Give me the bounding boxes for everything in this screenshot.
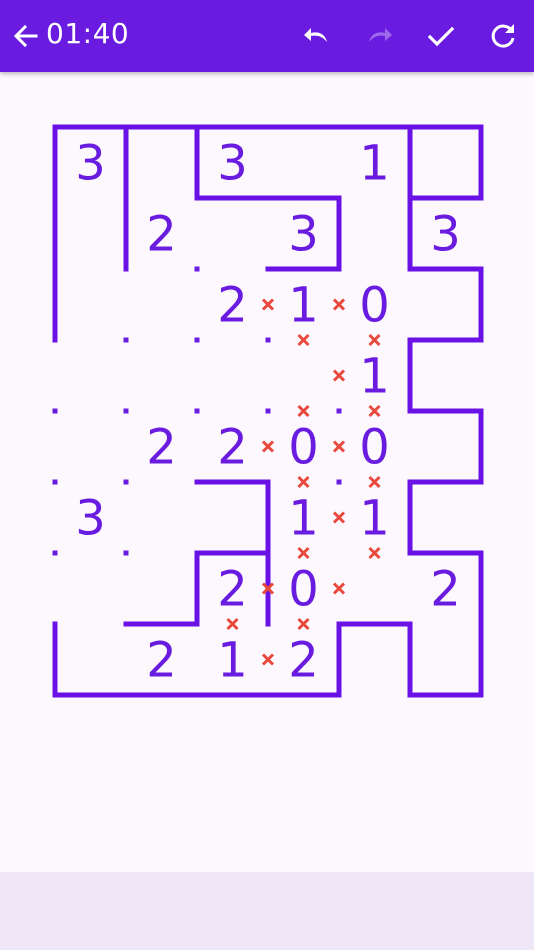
grid-dot <box>194 266 200 272</box>
cell-clue: 2 <box>217 420 248 476</box>
cell-clue: 2 <box>146 633 177 689</box>
cell-clue: 3 <box>430 207 461 263</box>
grid-dot <box>265 337 271 343</box>
cross-mark[interactable] <box>261 440 275 453</box>
grid-dot <box>52 408 58 414</box>
cell-clue: 1 <box>217 633 248 689</box>
puzzle-board[interactable]: 3 3 12 3 32 1 012 2 0 03 1 12 0 22 1 2 <box>0 0 534 950</box>
cross-mark[interactable] <box>297 617 310 631</box>
grid-dot <box>265 408 271 414</box>
cross-mark[interactable] <box>332 369 346 382</box>
cross-mark[interactable] <box>261 298 275 311</box>
cell-clue: 3 <box>75 491 106 547</box>
cross-mark[interactable] <box>297 475 310 489</box>
cell-clue: 2 <box>217 278 248 334</box>
cross-mark[interactable] <box>368 333 381 347</box>
grid-dot <box>336 408 342 414</box>
cross-mark[interactable] <box>368 475 381 489</box>
cross-mark[interactable] <box>368 546 381 560</box>
cell-clue: 3 <box>75 136 106 192</box>
grid-dot <box>194 337 200 343</box>
cross-mark[interactable] <box>332 298 346 311</box>
cell-clue: 2 <box>217 562 248 618</box>
grid-dot <box>123 479 129 485</box>
cell-clue: 1 <box>359 136 390 192</box>
cell-clue: 1 <box>359 349 390 405</box>
cell-clue: 2 <box>146 420 177 476</box>
cross-mark[interactable] <box>297 404 310 418</box>
cell-clue: 3 <box>217 136 248 192</box>
cell-clue: 0 <box>359 420 390 476</box>
cross-mark[interactable] <box>226 617 239 631</box>
grid-dot <box>123 408 129 414</box>
cell-clue: 0 <box>359 278 390 334</box>
cell-clue: 0 <box>288 562 319 618</box>
cross-mark[interactable] <box>332 582 346 595</box>
cell-clue: 1 <box>288 278 319 334</box>
cell-clue: 2 <box>288 633 319 689</box>
cell-clue: 2 <box>146 207 177 263</box>
cross-mark[interactable] <box>297 546 310 560</box>
cross-mark[interactable] <box>368 404 381 418</box>
cross-mark[interactable] <box>297 333 310 347</box>
grid-dot <box>52 479 58 485</box>
cell-clue: 1 <box>359 491 390 547</box>
grid-dot <box>123 550 129 556</box>
bottom-bar <box>0 872 534 950</box>
cell-clue: 1 <box>288 491 319 547</box>
grid-dot <box>336 479 342 485</box>
cross-mark[interactable] <box>332 440 346 453</box>
cell-clue: 3 <box>288 207 319 263</box>
cross-mark[interactable] <box>261 653 275 666</box>
cell-clue: 2 <box>430 562 461 618</box>
cross-mark[interactable] <box>332 511 346 524</box>
grid-dot <box>52 550 58 556</box>
grid-dot <box>123 337 129 343</box>
cell-clue: 0 <box>288 420 319 476</box>
grid-dot <box>194 408 200 414</box>
